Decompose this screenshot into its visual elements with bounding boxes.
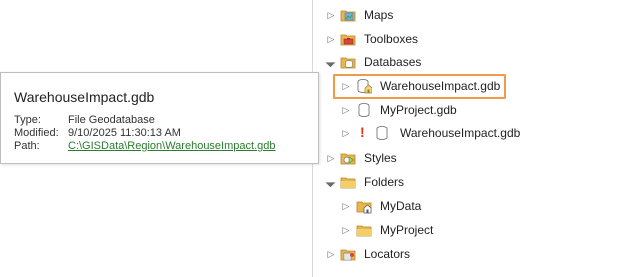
chevron-right-icon[interactable]: ▷ bbox=[341, 201, 351, 211]
tree-item-label: Databases bbox=[364, 55, 422, 69]
geodatabase-icon bbox=[376, 126, 388, 140]
tree-item-label: WarehouseImpact.gdb bbox=[380, 79, 501, 93]
tree-item-label: Locators bbox=[364, 247, 411, 261]
toolbox-folder-icon bbox=[340, 34, 356, 46]
tooltip-modified-key: Modified: bbox=[14, 127, 59, 139]
chevron-right-icon[interactable]: ▷ bbox=[341, 225, 351, 235]
tree-item-myproject[interactable]: ▷ MyProject bbox=[312, 219, 620, 241]
chevron-right-icon[interactable]: ▷ bbox=[326, 34, 336, 44]
styles-folder-icon bbox=[340, 153, 356, 165]
chevron-right-icon[interactable]: ▷ bbox=[341, 81, 351, 91]
tree-item-label: Maps bbox=[364, 8, 394, 22]
tooltip-modified-value: 9/10/2025 11:30:13 AM bbox=[68, 127, 181, 139]
chevron-right-icon[interactable]: ▷ bbox=[341, 128, 351, 138]
folders-icon bbox=[340, 177, 356, 189]
maps-folder-icon bbox=[340, 10, 356, 22]
tree-item-label: MyData bbox=[380, 199, 422, 213]
tooltip-path-key: Path: bbox=[14, 140, 40, 152]
folder-icon bbox=[356, 225, 372, 237]
chevron-right-icon[interactable]: ▷ bbox=[326, 249, 336, 259]
item-tooltip: WarehouseImpact.gdb Type: File Geodataba… bbox=[0, 72, 319, 164]
tooltip-type-key: Type: bbox=[14, 114, 41, 126]
tree-item-label: Toolboxes bbox=[364, 32, 419, 46]
tree-item-label: WarehouseImpact.gdb bbox=[400, 126, 521, 140]
tree-item-label: MyProject bbox=[380, 223, 434, 237]
tooltip-type-value: File Geodatabase bbox=[68, 114, 155, 126]
locator-folder-icon bbox=[340, 249, 356, 261]
chevron-expanded-icon[interactable]: ◢ bbox=[324, 175, 338, 189]
tree-item-label: MyProject.gdb bbox=[380, 103, 457, 117]
tooltip-title: WarehouseImpact.gdb bbox=[14, 89, 155, 105]
chevron-right-icon[interactable]: ▷ bbox=[326, 153, 336, 163]
geodatabase-icon bbox=[358, 103, 370, 117]
chevron-expanded-icon[interactable]: ◢ bbox=[324, 55, 338, 69]
chevron-right-icon[interactable]: ▷ bbox=[326, 10, 336, 20]
tree-item-toolboxes[interactable]: ▷ Toolboxes bbox=[312, 28, 620, 50]
tree-item-label: Folders bbox=[364, 175, 405, 189]
tree-item-warehouseimpact-default[interactable]: ▷ WarehouseImpact.gdb bbox=[312, 75, 620, 97]
database-folder-icon bbox=[340, 57, 356, 69]
tooltip-path-link[interactable]: C:\GISData\Region\WarehouseImpact.gdb bbox=[68, 140, 275, 152]
tree-item-databases[interactable]: ◢ Databases bbox=[312, 51, 620, 73]
home-folder-icon bbox=[356, 201, 372, 214]
tree-item-mydata[interactable]: ▷ MyData bbox=[312, 195, 620, 217]
tree-item-maps[interactable]: ▷ Maps bbox=[312, 4, 620, 26]
tree-item-label: Styles bbox=[364, 151, 397, 165]
chevron-right-icon[interactable]: ▷ bbox=[341, 105, 351, 115]
tree-item-folders[interactable]: ◢ Folders bbox=[312, 171, 620, 193]
tree-item-warehouseimpact-broken[interactable]: ▷ ! WarehouseImpact.gdb bbox=[312, 122, 620, 144]
tree-item-styles[interactable]: ▷ Styles bbox=[312, 147, 620, 169]
tree-item-locators[interactable]: ▷ Locators bbox=[312, 243, 620, 265]
tree-item-myproject-gdb[interactable]: ▷ MyProject.gdb bbox=[312, 99, 620, 121]
geodatabase-default-icon bbox=[357, 79, 372, 94]
warning-icon: ! bbox=[360, 124, 365, 140]
